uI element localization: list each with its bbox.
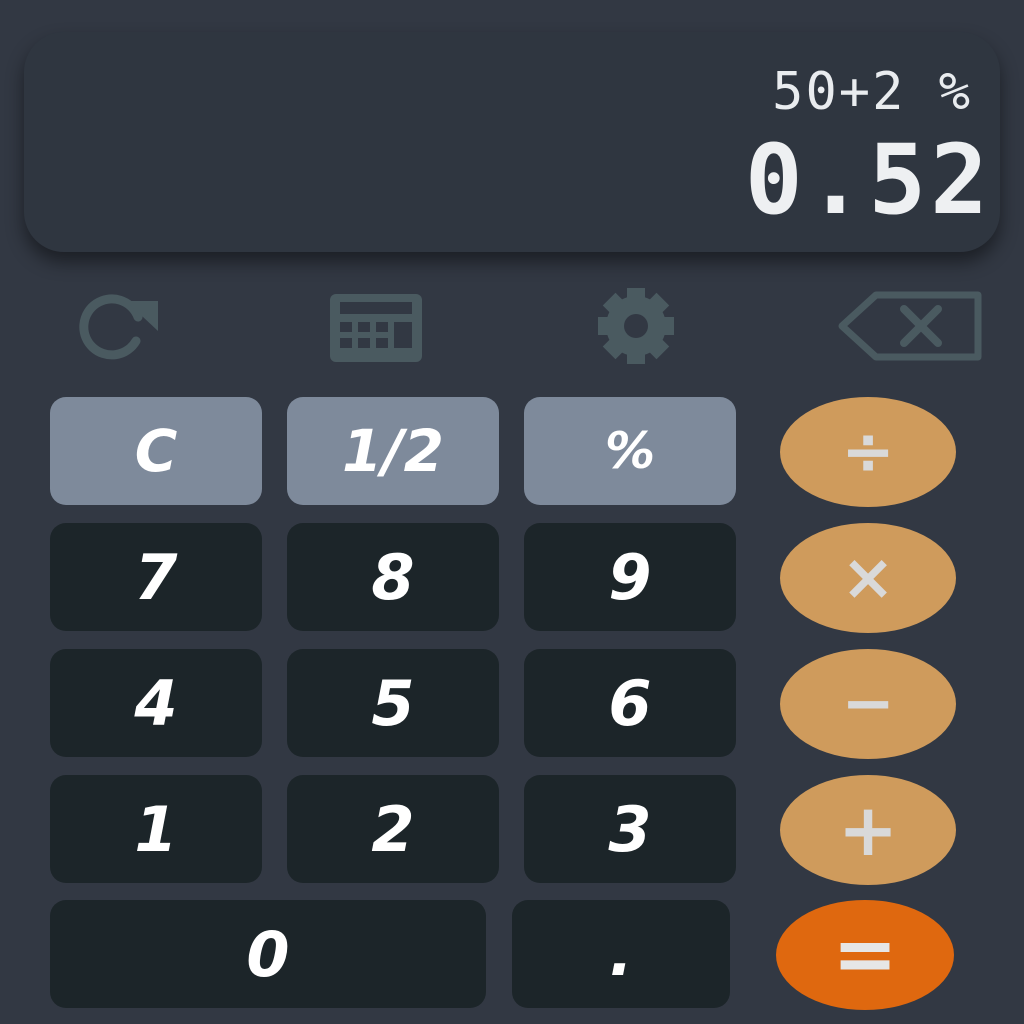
digit-2-button[interactable]: 2 (287, 775, 499, 883)
display-panel: 50+2 % 0.52 (24, 32, 1000, 252)
add-button[interactable]: + (780, 775, 956, 885)
backspace-button[interactable] (836, 286, 986, 366)
divide-button[interactable]: ÷ (780, 397, 956, 507)
digit-1-button[interactable]: 1 (50, 775, 262, 883)
expression-text: 50+2 % (772, 62, 972, 122)
percent-button[interactable]: % (524, 397, 736, 505)
calculator-mode-button[interactable] (316, 286, 436, 366)
digit-7-button[interactable]: 7 (50, 523, 262, 631)
half-button[interactable]: 1/2 (287, 397, 499, 505)
clear-button[interactable]: C (50, 397, 262, 505)
decimal-button[interactable]: . (512, 900, 730, 1008)
digit-4-button[interactable]: 4 (50, 649, 262, 757)
settings-gear-icon (598, 288, 674, 364)
settings-button[interactable] (576, 286, 696, 366)
calculator-app: 50+2 % 0.52 C 1/2 % ÷ 7 8 9 × 4 5 6 − 1 … (0, 0, 1024, 1024)
decimal-label: . (609, 917, 633, 990)
digit-5-button[interactable]: 5 (287, 649, 499, 757)
calculator-icon (330, 294, 422, 362)
subtract-button[interactable]: − (780, 649, 956, 759)
history-icon (79, 294, 158, 360)
backspace-icon (838, 291, 982, 361)
equals-button[interactable]: = (776, 900, 954, 1010)
result-text: 0.52 (744, 124, 992, 236)
history-button[interactable] (56, 286, 176, 366)
multiply-button[interactable]: × (780, 523, 956, 633)
digit-8-button[interactable]: 8 (287, 523, 499, 631)
digit-0-button[interactable]: 0 (50, 900, 486, 1008)
digit-3-button[interactable]: 3 (524, 775, 736, 883)
digit-9-button[interactable]: 9 (524, 523, 736, 631)
digit-6-button[interactable]: 6 (524, 649, 736, 757)
